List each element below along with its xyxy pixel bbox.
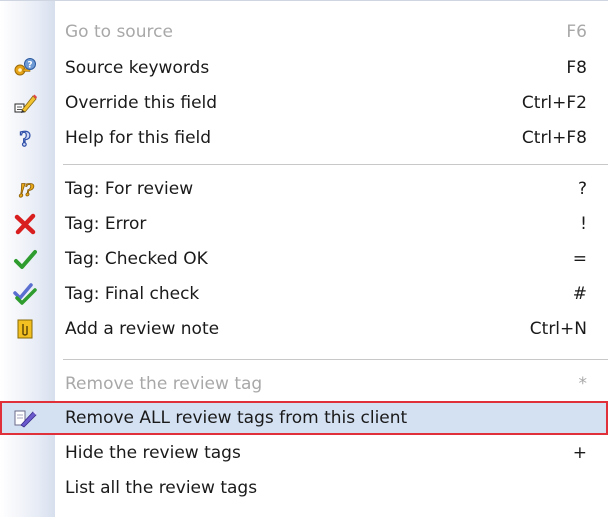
- menu-item-label: Add a review note: [65, 319, 220, 339]
- menu-item-label: Tag: Final check: [65, 284, 200, 304]
- menu-item-shortcut: F6: [566, 22, 587, 42]
- menu-item-label: List all the review tags: [65, 478, 258, 498]
- menu-item-label: Hide the review tags: [65, 443, 241, 463]
- override-pencil-icon: [13, 92, 37, 114]
- menu-item-label: Tag: For review: [65, 179, 194, 199]
- menu-item-tag-final-check[interactable]: Tag: Final check #: [0, 277, 608, 311]
- menu-item-shortcut: Ctrl+F8: [521, 128, 587, 148]
- menu-item-tag-checked-ok[interactable]: Tag: Checked OK =: [0, 242, 608, 276]
- menu-item-shortcut: F8: [566, 58, 587, 78]
- menu-item-add-review-note[interactable]: Add a review note Ctrl+N: [0, 312, 608, 346]
- menu-item-label: Source keywords: [65, 58, 210, 78]
- menu-top-border: [0, 0, 608, 1]
- menu-item-go-to-source: Go to source F6: [0, 15, 608, 49]
- menu-item-label: Remove ALL review tags from this client: [65, 408, 408, 428]
- menu-item-shortcut: #: [572, 284, 587, 304]
- menu-item-label: Tag: Checked OK: [65, 249, 208, 269]
- help-question-icon: ?: [13, 126, 37, 151]
- menu-item-label: Go to source: [65, 22, 173, 42]
- menu-item-label: Remove the review tag: [65, 374, 263, 394]
- menu-item-label: Help for this field: [65, 128, 212, 148]
- menu-item-hide-review-tags[interactable]: Hide the review tags +: [0, 436, 608, 470]
- keys-question-icon: ?: [13, 57, 37, 79]
- svg-text:?: ?: [27, 61, 32, 71]
- review-note-icon: [13, 318, 37, 340]
- tag-review-icon: ! ?: [13, 178, 37, 203]
- remove-all-tags-icon: [13, 407, 37, 429]
- menu-item-shortcut: +: [572, 443, 587, 463]
- menu-item-list-review-tags[interactable]: List all the review tags: [0, 471, 608, 505]
- svg-text:?: ?: [19, 127, 31, 149]
- menu-item-help-field[interactable]: ? Help for this field Ctrl+F8: [0, 121, 608, 155]
- menu-item-override-field[interactable]: Override this field Ctrl+F2: [0, 86, 608, 120]
- tag-final-check-icon: [13, 283, 37, 305]
- tag-checked-icon: [13, 248, 37, 270]
- tag-error-icon: [13, 213, 37, 235]
- menu-item-shortcut: Ctrl+N: [529, 319, 587, 339]
- menu-item-label: Override this field: [65, 93, 218, 113]
- menu-item-tag-error[interactable]: Tag: Error !: [0, 207, 608, 241]
- menu-item-label: Tag: Error: [65, 214, 147, 234]
- menu-separator: [63, 359, 608, 361]
- menu-item-tag-for-review[interactable]: ! ? Tag: For review ?: [0, 172, 608, 206]
- menu-item-remove-all-review-tags[interactable]: Remove ALL review tags from this client: [0, 401, 608, 435]
- menu-item-shortcut: =: [572, 249, 587, 269]
- menu-item-source-keywords[interactable]: ? Source keywords F8: [0, 51, 608, 85]
- menu-item-shortcut: ?: [577, 179, 587, 199]
- svg-text:?: ?: [24, 181, 35, 200]
- menu-item-shortcut: !: [580, 214, 587, 234]
- menu-separator: [63, 164, 608, 166]
- menu-item-remove-review-tag: Remove the review tag *: [0, 367, 608, 401]
- context-menu: Go to source F6 ? Source keywords F8 Ove…: [0, 0, 608, 517]
- menu-item-shortcut: *: [578, 374, 588, 394]
- menu-item-shortcut: Ctrl+F2: [521, 93, 587, 113]
